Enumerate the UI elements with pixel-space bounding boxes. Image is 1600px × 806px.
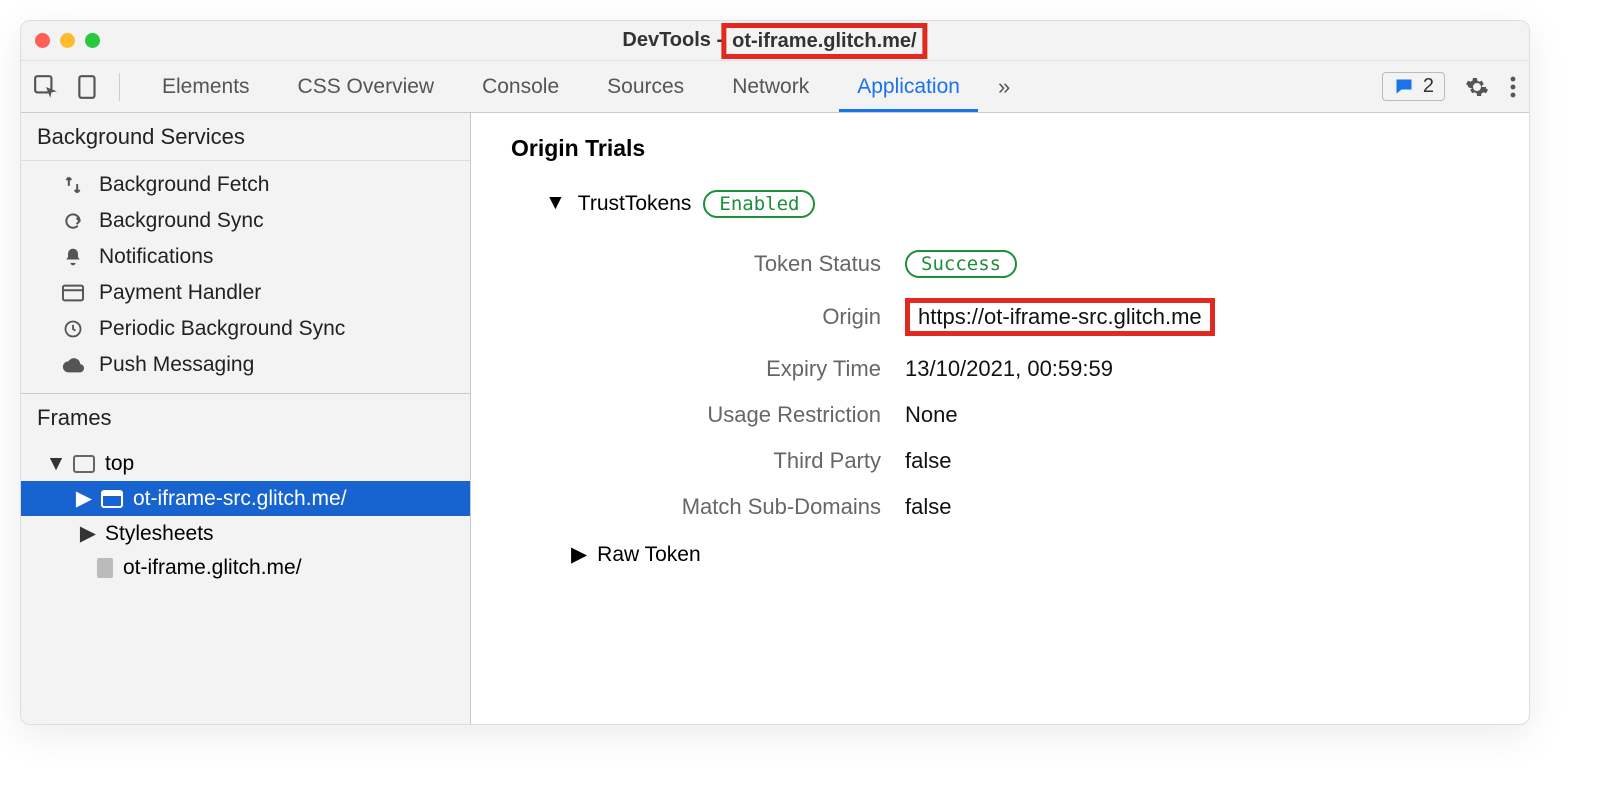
label-origin: Origin [571,304,881,330]
chevron-down-icon: ▼ [49,452,63,476]
sidebar-item-label: Payment Handler [99,281,261,305]
more-menu-icon[interactable] [1509,75,1517,99]
sidebar-item-label: Notifications [99,245,213,269]
frames-tree: ▼ top ▶ ot-iframe-src.glitch.me/ [21,441,470,591]
background-services-list: Background Fetch Background Sync Notific… [21,161,470,393]
row-origin: Origin https://ot-iframe-src.glitch.me [571,288,1489,346]
sidebar-item-notifications[interactable]: Notifications [21,239,470,275]
trial-status-pill: Enabled [703,190,815,218]
frames-tree-document[interactable]: ot-iframe.glitch.me/ [21,551,470,585]
file-icon [97,558,113,578]
sidebar-item-periodic-sync[interactable]: Periodic Background Sync [21,311,470,347]
panel-tabs: Elements CSS Overview Console Sources Ne… [138,61,984,112]
window-title-url: ot-iframe.glitch.me/ [721,23,927,59]
frame-filled-icon [101,490,123,508]
tab-css-overview[interactable]: CSS Overview [274,61,459,112]
tab-application[interactable]: Application [833,61,984,112]
tab-elements[interactable]: Elements [138,61,274,112]
devtools-window: DevTools - ot-iframe.glitch.me/ Elements… [20,20,1530,725]
issues-icon [1393,77,1415,97]
label-subdomains: Match Sub-Domains [571,494,881,520]
row-third-party: Third Party false [571,438,1489,484]
main-panel: Origin Trials ▼ TrustTokens Enabled Toke… [471,113,1529,724]
sidebar-item-label: Background Sync [99,209,264,233]
issues-count: 2 [1423,75,1434,98]
chevron-right-icon: ▶ [77,486,91,511]
sidebar-item-push-messaging[interactable]: Push Messaging [21,347,470,383]
window-title: DevTools - ot-iframe.glitch.me/ [622,23,927,59]
cloud-icon [61,357,85,373]
trial-name: TrustTokens [578,192,692,216]
sidebar-item-background-sync[interactable]: Background Sync [21,203,470,239]
sidebar-item-background-fetch[interactable]: Background Fetch [21,167,470,203]
tab-sources[interactable]: Sources [583,61,708,112]
value-usage: None [905,402,958,428]
row-usage: Usage Restriction None [571,392,1489,438]
frame-outline-icon [73,455,95,473]
device-toolbar-icon[interactable] [75,74,101,100]
sidebar-item-payment-handler[interactable]: Payment Handler [21,275,470,311]
toolbar-divider [119,73,120,101]
value-third-party: false [905,448,951,474]
tab-console[interactable]: Console [458,61,583,112]
sidebar-item-label: Push Messaging [99,353,254,377]
token-status-pill: Success [905,250,1017,278]
frames-tree-stylesheets[interactable]: ▶ Stylesheets [21,516,470,551]
label-usage: Usage Restriction [571,402,881,428]
frames-tree-child-label: ot-iframe-src.glitch.me/ [133,487,347,511]
bell-icon [61,247,85,267]
frames-tree-stylesheets-label: Stylesheets [105,522,214,546]
row-subdomains: Match Sub-Domains false [571,484,1489,530]
frames-tree-selected-frame[interactable]: ▶ ot-iframe-src.glitch.me/ [21,481,470,516]
frames-section: Frames ▼ top ▶ ot-iframe-src [21,393,470,724]
clock-icon [61,319,85,339]
label-token-status: Token Status [571,251,881,277]
frames-tree-top[interactable]: ▼ top [21,447,470,481]
minimize-window-button[interactable] [60,33,75,48]
sidebar: Background Services Background Fetch Bac… [21,113,471,724]
body-area: Background Services Background Fetch Bac… [21,113,1529,724]
issues-badge[interactable]: 2 [1382,72,1445,101]
close-window-button[interactable] [35,33,50,48]
toolbar: Elements CSS Overview Console Sources Ne… [21,61,1529,113]
background-services-header: Background Services [21,113,470,161]
row-expiry: Expiry Time 13/10/2021, 00:59:59 [571,346,1489,392]
sidebar-item-label: Periodic Background Sync [99,317,345,341]
raw-token-row[interactable]: ▶ Raw Token [571,542,1489,567]
more-tabs-icon[interactable]: » [990,74,1018,100]
label-third-party: Third Party [571,448,881,474]
frames-header: Frames [21,393,470,441]
raw-token-label: Raw Token [597,543,701,567]
label-expiry: Expiry Time [571,356,881,382]
inspect-element-icon[interactable] [33,74,59,100]
titlebar: DevTools - ot-iframe.glitch.me/ [21,21,1529,61]
origin-trials-heading: Origin Trials [511,135,1489,162]
chevron-right-icon: ▶ [571,542,587,567]
tab-network[interactable]: Network [708,61,833,112]
sidebar-item-label: Background Fetch [99,173,269,197]
window-title-prefix: DevTools - [622,29,723,52]
trial-row[interactable]: ▼ TrustTokens Enabled [545,190,1489,218]
frames-tree-top-label: top [105,452,134,476]
chevron-down-icon: ▼ [545,191,566,215]
value-token-status: Success [905,250,1017,278]
trial-details-table: Token Status Success Origin https://ot-i… [571,240,1489,530]
sync-icon [61,211,85,231]
value-subdomains: false [905,494,951,520]
value-origin: https://ot-iframe-src.glitch.me [905,298,1215,336]
row-token-status: Token Status Success [571,240,1489,288]
card-icon [61,284,85,302]
frames-tree-document-label: ot-iframe.glitch.me/ [123,556,302,580]
fetch-icon [61,175,85,195]
chevron-right-icon: ▶ [81,521,95,546]
settings-icon[interactable] [1465,75,1489,99]
value-expiry: 13/10/2021, 00:59:59 [905,356,1113,382]
toolbar-right: 2 [1382,72,1517,101]
zoom-window-button[interactable] [85,33,100,48]
traffic-lights [35,33,100,48]
